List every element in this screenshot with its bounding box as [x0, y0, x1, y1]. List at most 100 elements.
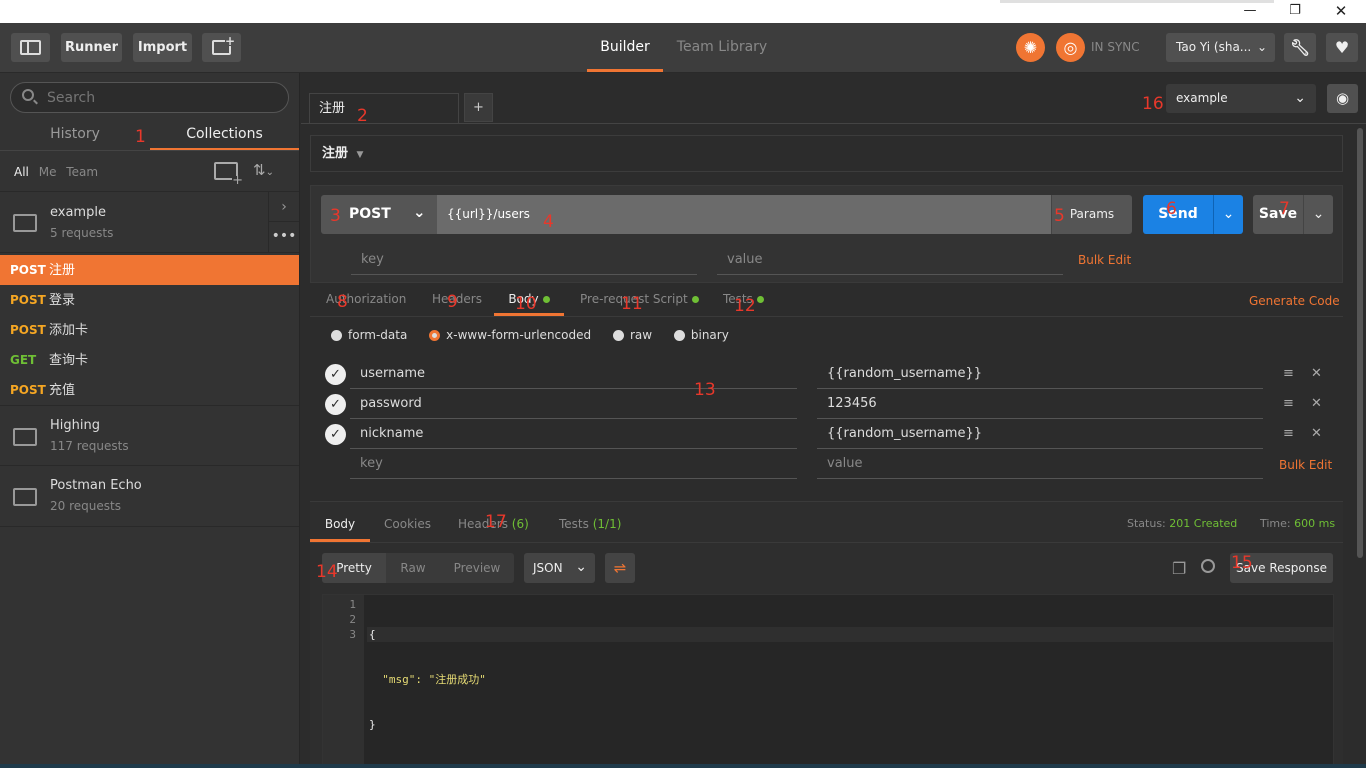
param-key[interactable]: password [350, 389, 797, 419]
collection-example[interactable]: example 5 requests › ••• [0, 192, 299, 253]
response-body-editor[interactable]: 1 2 3 { "msg": "注册成功" } [322, 594, 1334, 768]
url-input[interactable]: {{url}}/users [437, 195, 1051, 234]
collection-highing[interactable]: Highing 117 requests [0, 405, 299, 466]
minimize-button[interactable]: — [1227, 0, 1273, 23]
param-key[interactable]: nickname [350, 419, 797, 449]
new-window-button[interactable]: + [202, 33, 241, 62]
collection-name: example [50, 205, 106, 220]
request-name-bar[interactable]: 注册 ▼ [310, 135, 1343, 172]
filter-team[interactable]: Team [66, 165, 98, 179]
delete-icon[interactable]: ✕ [1311, 396, 1322, 411]
request-item-recharge[interactable]: POST 充值 [0, 375, 299, 405]
radio-urlencoded[interactable]: x-www-form-urlencoded [429, 328, 591, 342]
status-dot [756, 296, 764, 303]
chevron-right-icon[interactable]: › [269, 192, 299, 222]
param-value[interactable]: {{random_username}} [817, 359, 1263, 389]
collection-name: Postman Echo [50, 478, 142, 493]
annotation-7: 7 [1279, 199, 1290, 219]
radio-label: raw [629, 328, 653, 342]
close-window-button[interactable]: ✕ [1318, 0, 1364, 23]
response-search-icon[interactable] [1201, 559, 1215, 573]
radio-binary[interactable]: binary [673, 328, 729, 342]
collection-postman-echo[interactable]: Postman Echo 20 requests [0, 466, 299, 527]
checkbox-checked-icon[interactable]: ✓ [325, 364, 346, 385]
sync-icon[interactable]: ◎ [1056, 33, 1085, 62]
radio-icon [612, 330, 624, 341]
response-tab-body[interactable]: Body [310, 507, 370, 542]
search-input[interactable] [47, 88, 277, 108]
checkbox-checked-icon[interactable]: ✓ [325, 394, 346, 415]
response-time: Time: 600 ms [1260, 517, 1335, 530]
generate-code-link[interactable]: Generate Code [1249, 294, 1340, 308]
filter-me[interactable]: Me [39, 165, 57, 179]
request-tab[interactable]: 注册 [309, 93, 459, 124]
window-title-bar: — ❐ ✕ [0, 0, 1366, 23]
scrollbar-thumb[interactable] [1357, 128, 1363, 558]
delete-icon[interactable]: ✕ [1311, 426, 1322, 441]
format-select[interactable]: JSON ⌄ [524, 553, 595, 583]
save-button[interactable]: Save [1253, 195, 1303, 234]
annotation-16: 16 [1142, 94, 1164, 114]
add-tab-button[interactable]: + [464, 93, 493, 122]
new-collection-icon[interactable]: + [214, 162, 243, 187]
environment-select[interactable]: example ⌄ [1166, 84, 1316, 113]
request-item-login[interactable]: POST 登录 [0, 285, 299, 315]
request-item-query-card[interactable]: GET 查询卡 [0, 345, 299, 375]
save-options-chevron-icon[interactable]: ⌄ [1303, 195, 1333, 234]
search-icon-handle [33, 99, 38, 105]
delete-icon[interactable]: ✕ [1311, 366, 1322, 381]
param-key-input[interactable]: key [351, 245, 697, 275]
code-line: "msg": "注册成功" [369, 673, 486, 686]
new-window-icon: + [212, 35, 235, 55]
filter-bar: All Me Team [14, 165, 98, 179]
headers-count: (6) [511, 517, 529, 531]
request-item-add-card[interactable]: POST 添加卡 [0, 315, 299, 345]
wrap-lines-icon[interactable]: ⇌ [605, 553, 635, 583]
send-options-chevron-icon[interactable]: ⌄ [1213, 195, 1243, 234]
send-button[interactable]: Send [1143, 195, 1213, 234]
copy-icon[interactable]: ❐ [1172, 559, 1186, 578]
annotation-5: 5 [1054, 206, 1065, 226]
response-tab-tests[interactable]: Tests (1/1) [559, 517, 621, 531]
eye-icon[interactable]: ◉ [1327, 84, 1358, 113]
tab-history[interactable]: History [0, 121, 150, 151]
param-value[interactable]: {{random_username}} [817, 419, 1263, 449]
radio-raw[interactable]: raw [612, 328, 653, 342]
response-tab-cookies[interactable]: Cookies [384, 517, 431, 531]
user-dropdown[interactable]: Tao Yi (sha... ⌄ [1166, 33, 1275, 62]
folder-icon [13, 488, 37, 506]
tab-team-library[interactable]: Team Library [672, 23, 772, 72]
environment-name: example [1176, 91, 1228, 105]
param-value-input[interactable]: value [717, 245, 1063, 275]
heart-icon[interactable]: ♥ [1326, 33, 1358, 62]
view-preview-button[interactable]: Preview [440, 553, 514, 583]
tab-collections[interactable]: Collections [150, 121, 299, 151]
filter-all[interactable]: All [14, 165, 29, 179]
search-box [10, 82, 289, 113]
drag-handle-icon[interactable]: ≡ [1283, 366, 1294, 381]
bulk-edit-link[interactable]: Bulk Edit [1078, 253, 1131, 267]
annotation-9: 9 [447, 292, 458, 312]
toggle-sidebar-button[interactable] [11, 33, 50, 62]
checkbox-checked-icon[interactable]: ✓ [325, 424, 346, 445]
restore-button[interactable]: ❐ [1272, 0, 1318, 23]
param-key[interactable]: username [350, 359, 797, 389]
interceptor-icon[interactable]: ✺ [1016, 33, 1045, 62]
tab-builder[interactable]: Builder [587, 23, 663, 72]
body-bulk-edit-link[interactable]: Bulk Edit [1279, 458, 1332, 472]
runner-button[interactable]: Runner [61, 33, 122, 62]
request-item-register[interactable]: POST 注册 [0, 255, 299, 285]
method-value: POST [349, 206, 391, 222]
new-param-value[interactable]: value [817, 449, 1263, 479]
import-button[interactable]: Import [133, 33, 192, 62]
status-value: 201 Created [1169, 517, 1238, 530]
drag-handle-icon[interactable]: ≡ [1283, 426, 1294, 441]
settings-wrench-icon[interactable]: 🔧︎ [1284, 33, 1316, 62]
more-options-icon[interactable]: ••• [269, 222, 299, 252]
param-value[interactable]: 123456 [817, 389, 1263, 419]
view-raw-button[interactable]: Raw [386, 553, 440, 583]
sort-icon[interactable]: ⇅⌄ [253, 161, 274, 179]
new-param-key[interactable]: key [350, 449, 797, 479]
radio-form-data[interactable]: form-data [331, 328, 407, 342]
drag-handle-icon[interactable]: ≡ [1283, 396, 1294, 411]
